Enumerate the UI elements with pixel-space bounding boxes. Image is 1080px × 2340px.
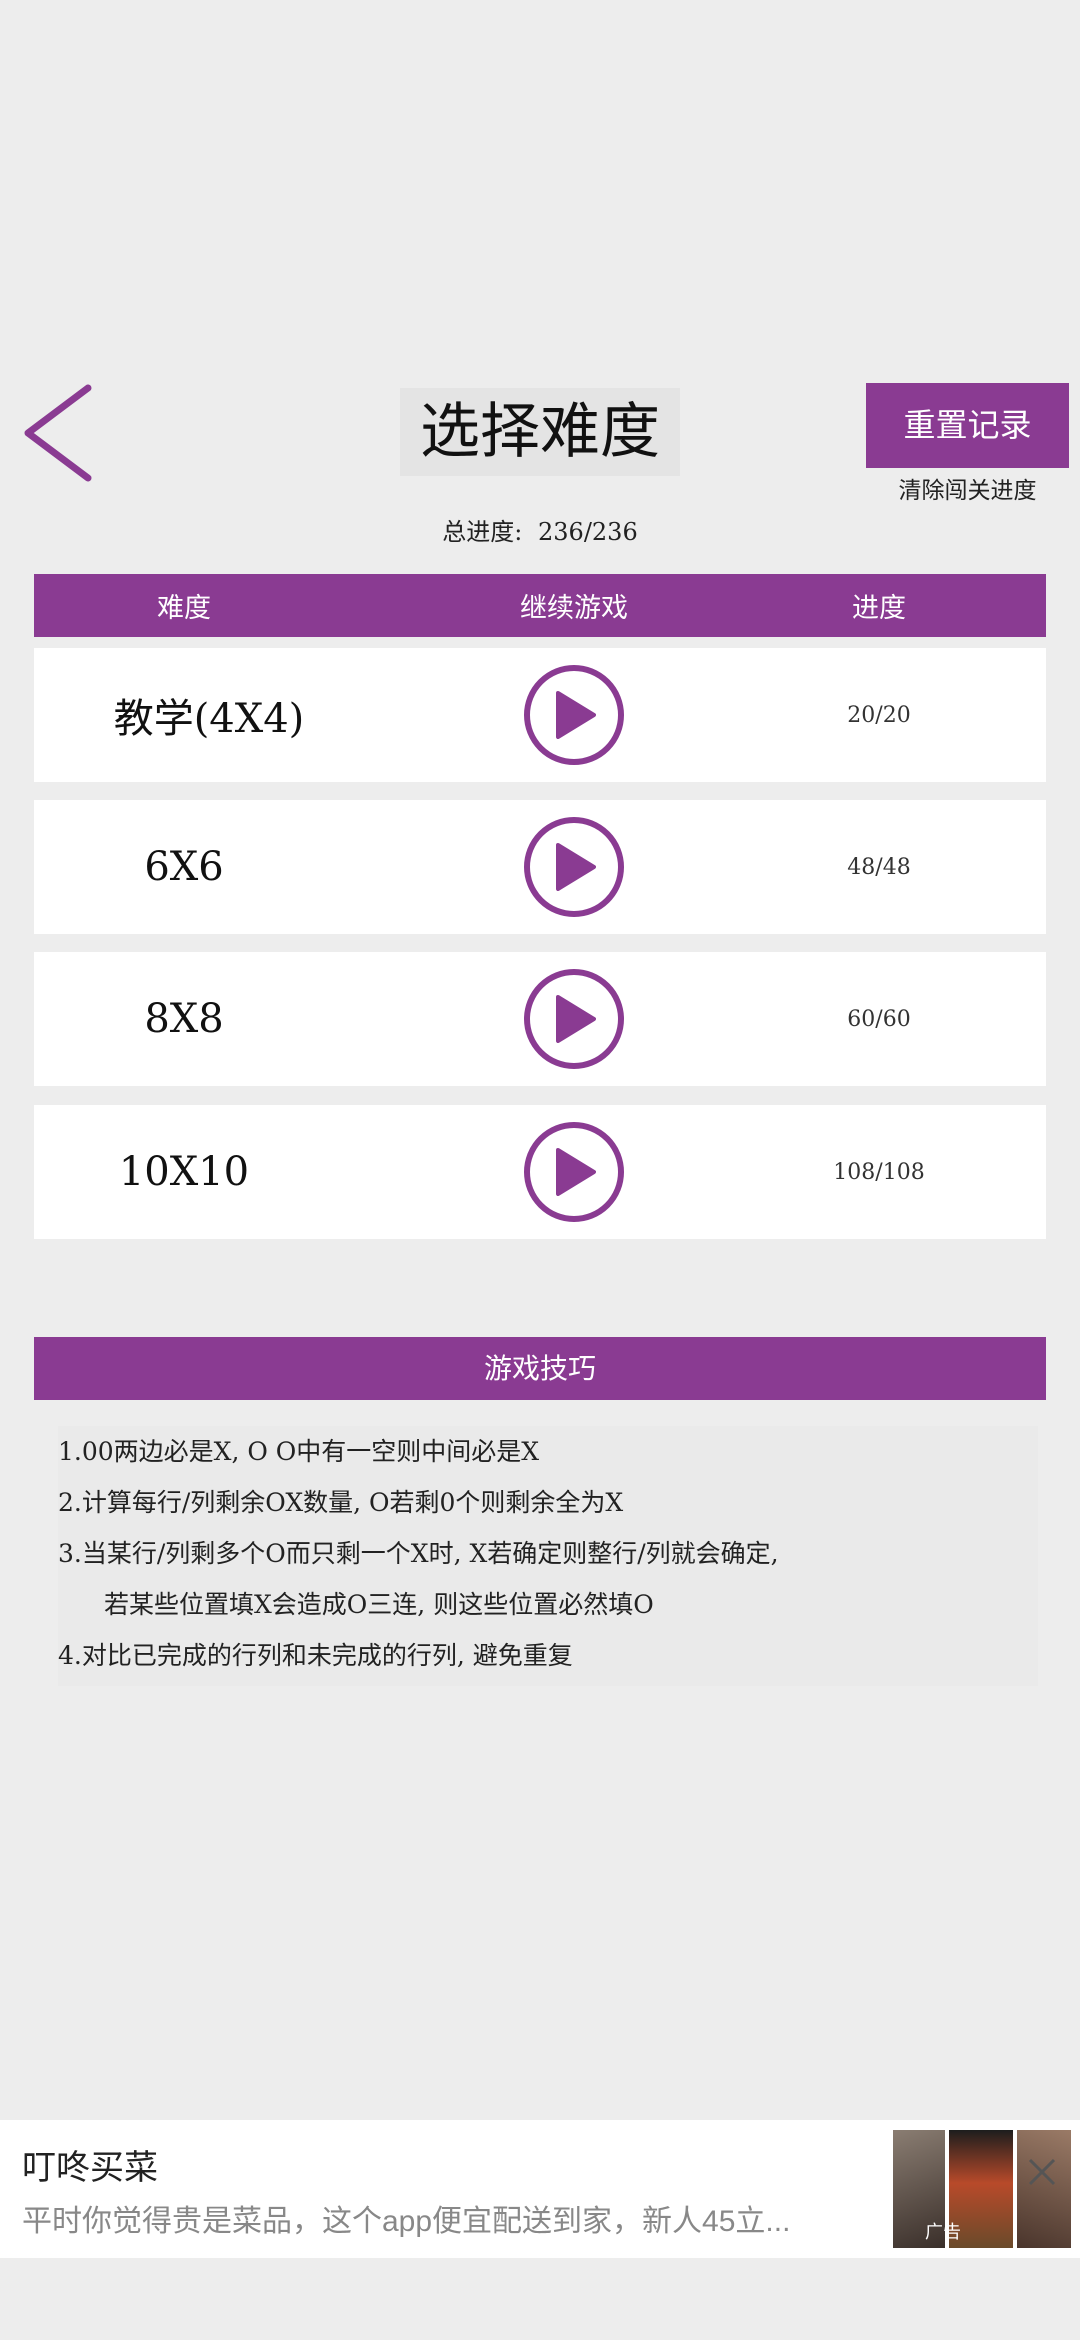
ad-banner[interactable]: 叮咚买菜 平时你觉得贵是菜品，这个app便宜配送到家，新人45立... 广告 — [0, 2120, 1080, 2258]
ad-close-button[interactable] — [1020, 2150, 1064, 2194]
difficulty-row: 6X6 48/48 — [34, 800, 1046, 934]
difficulty-row: 10X10 108/108 — [34, 1105, 1046, 1239]
tips-title: 游戏技巧 — [34, 1337, 1046, 1400]
play-icon — [556, 995, 596, 1043]
play-button[interactable] — [524, 969, 624, 1069]
total-progress: 总进度: 236/236 — [360, 512, 720, 552]
difficulty-row: 8X8 60/60 — [34, 952, 1046, 1086]
tips-list: 1.00两边必是X, O O中有一空则中间必是X 2.计算每行/列剩余OX数量,… — [58, 1426, 1038, 1686]
difficulty-label: 10X10 — [118, 1149, 250, 1195]
tip-item: 1.00两边必是X, O O中有一空则中间必是X — [58, 1437, 540, 1466]
continue-cell — [384, 648, 764, 782]
play-button[interactable] — [524, 817, 624, 917]
total-progress-label: 总进度: — [442, 518, 523, 546]
difficulty-row: 教学(4X4) 20/20 — [34, 648, 1046, 782]
continue-cell — [384, 952, 764, 1086]
difficulty-label: 教学(4X4) — [113, 696, 305, 742]
tip-item: 3.当某行/列剩多个O而只剩一个X时, X若确定则整行/列就会确定, — [58, 1539, 779, 1568]
page: 选择难度 重置记录 清除闯关进度 总进度: 236/236 难度 继续游戏 进度… — [0, 0, 1080, 2340]
ad-description: 平时你觉得贵是菜品，这个app便宜配送到家，新人45立... — [22, 2205, 791, 2238]
difficulty-label: 8X8 — [144, 996, 224, 1042]
play-button[interactable] — [524, 665, 624, 765]
back-button[interactable] — [14, 378, 104, 488]
play-button[interactable] — [524, 1122, 624, 1222]
play-icon — [556, 691, 596, 739]
progress-value: 60/60 — [847, 1006, 911, 1032]
total-progress-value: 236/236 — [538, 518, 638, 546]
difficulty-label: 6X6 — [144, 844, 224, 890]
progress-value: 108/108 — [833, 1159, 925, 1185]
continue-cell — [384, 800, 764, 934]
reset-record-button[interactable]: 重置记录 — [866, 383, 1069, 468]
play-icon — [556, 1148, 596, 1196]
tip-item: 2.计算每行/列剩余OX数量, O若剩0个则剩余全为X — [58, 1488, 624, 1517]
tip-item: 若某些位置填X会造成O三连, 则这些位置必然填O — [104, 1590, 654, 1619]
page-title: 选择难度 — [400, 388, 680, 476]
column-header-progress: 进度 — [852, 593, 906, 624]
column-header-difficulty: 难度 — [157, 593, 211, 624]
close-icon — [1028, 2158, 1056, 2186]
play-icon — [556, 843, 596, 891]
difficulty-table-header: 难度 继续游戏 进度 — [34, 574, 1046, 637]
progress-value: 48/48 — [847, 854, 911, 880]
continue-cell — [384, 1105, 764, 1239]
reset-record-sublabel: 清除闯关进度 — [898, 478, 1037, 504]
ad-label: 广告 — [925, 2222, 961, 2242]
tip-item: 4.对比已完成的行列和未完成的行列, 避免重复 — [58, 1641, 573, 1670]
ad-title: 叮咚买菜 — [22, 2149, 158, 2187]
column-header-continue: 继续游戏 — [520, 593, 628, 624]
progress-value: 20/20 — [847, 702, 911, 728]
chevron-left-icon — [24, 384, 92, 482]
